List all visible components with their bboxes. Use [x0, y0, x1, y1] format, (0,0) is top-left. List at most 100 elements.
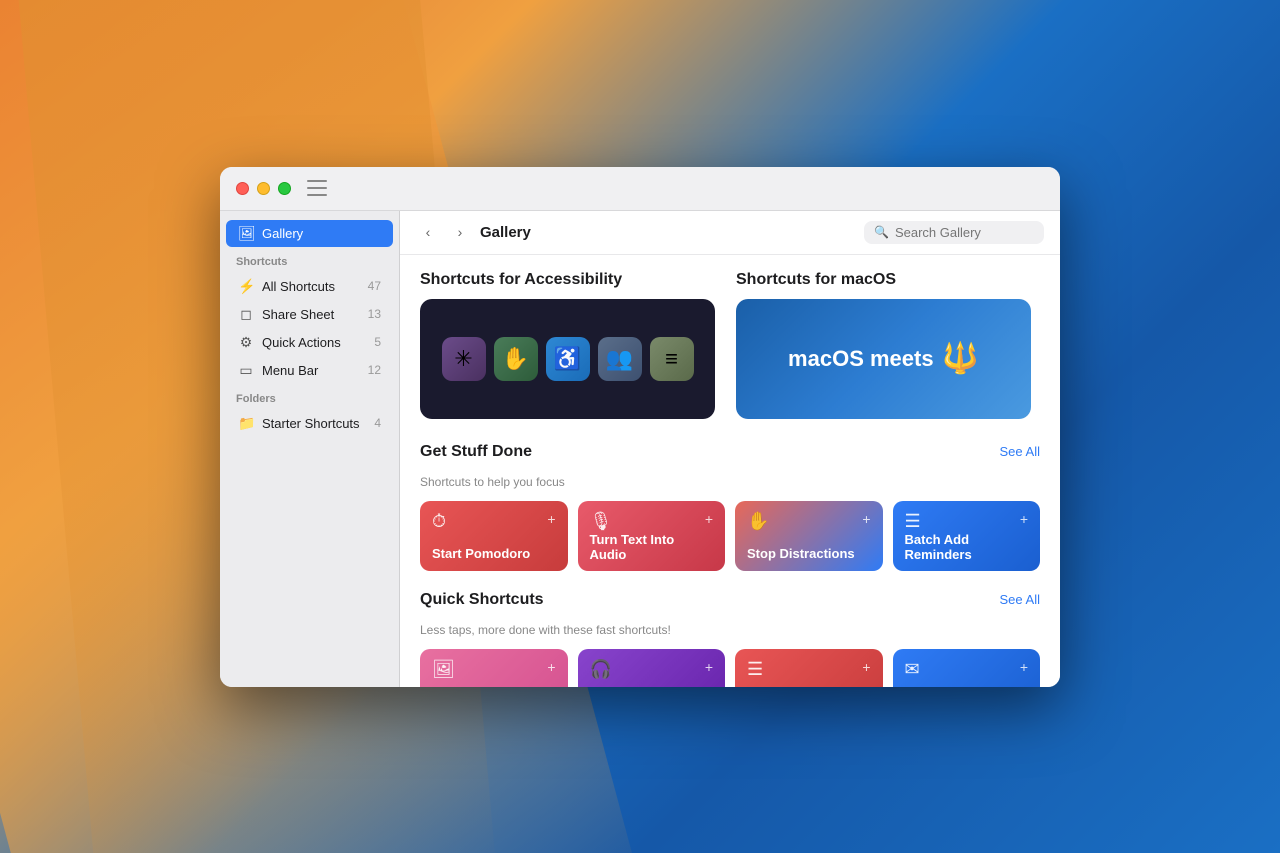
card-playlist[interactable]: ☰ + Play Playlist: [735, 649, 883, 687]
get-stuff-done-header-row: Get Stuff Done See All: [420, 443, 1040, 471]
app-window: 🖼 Gallery Shortcuts ⚡ All Shortcuts 47 ◻…: [220, 167, 1060, 687]
markup-icon: 🖼: [432, 659, 455, 680]
get-stuff-done-cards: ⏱ + Start Pomodoro 🎙 + Turn Text Into Au…: [420, 501, 1040, 571]
reminders-label: Batch Add Reminders: [905, 532, 1029, 562]
accessibility-banner[interactable]: ✳ ✋ ♿ 👥 ≡: [420, 299, 715, 419]
main-layout: 🖼 Gallery Shortcuts ⚡ All Shortcuts 47 ◻…: [220, 211, 1060, 687]
sidebar-all-shortcuts-count: 47: [368, 279, 381, 293]
card-npr-top: 🎧 +: [590, 659, 714, 680]
accessibility-icon-1: ✳: [442, 337, 486, 381]
card-reminders[interactable]: ☰ + Batch Add Reminders: [893, 501, 1041, 571]
titlebar: [220, 167, 1060, 211]
audio-icon: 🎙: [590, 511, 613, 532]
get-stuff-done-see-all[interactable]: See All: [1000, 444, 1040, 459]
sidebar-share-sheet-count: 13: [368, 307, 381, 321]
search-icon: 🔍: [874, 225, 889, 239]
quick-shortcuts-section: Quick Shortcuts See All Less taps, more …: [420, 591, 1040, 687]
accessibility-icon-2: ✋: [494, 337, 538, 381]
card-distractions-top: ✋ +: [747, 511, 871, 532]
quick-actions-icon: ⚙: [238, 334, 254, 351]
card-pomodoro[interactable]: ⏱ + Start Pomodoro: [420, 501, 568, 571]
audio-add-icon[interactable]: +: [705, 511, 713, 527]
quick-shortcuts-title: Quick Shortcuts: [420, 591, 544, 609]
sidebar-gallery-label: Gallery: [262, 226, 381, 241]
distractions-icon: ✋: [747, 511, 769, 532]
distractions-add-icon[interactable]: +: [862, 511, 870, 527]
distractions-label: Stop Distractions: [747, 546, 871, 561]
accessibility-title: Shortcuts for Accessibility: [420, 271, 724, 289]
quick-shortcuts-cards: 🖼 + Markup and Send 🎧 + NPR News Now: [420, 649, 1040, 687]
pomodoro-label: Start Pomodoro: [432, 546, 556, 561]
sidebar-quick-actions-label: Quick Actions: [262, 335, 366, 350]
sidebar-starter-shortcuts-count: 4: [374, 416, 381, 430]
content-area: ‹ › Gallery 🔍 Shortcuts for Accessibilit…: [400, 211, 1060, 687]
sidebar-toggle-button[interactable]: [307, 180, 327, 196]
sidebar-item-menu-bar[interactable]: ▭ Menu Bar 12: [226, 357, 393, 384]
page-title: Gallery: [480, 224, 856, 241]
minimize-button[interactable]: [257, 182, 270, 195]
sidebar-share-sheet-label: Share Sheet: [262, 307, 360, 322]
pomodoro-icon: ⏱: [432, 511, 446, 532]
maximize-button[interactable]: [278, 182, 291, 195]
card-reminders-top: ☰ +: [905, 511, 1029, 532]
search-bar[interactable]: 🔍: [864, 221, 1044, 244]
macos-title: Shortcuts for macOS: [736, 271, 1040, 289]
email-add-icon[interactable]: +: [1020, 659, 1028, 675]
audio-label: Turn Text Into Audio: [590, 532, 714, 562]
accessibility-icon-4: 👥: [598, 337, 642, 381]
all-shortcuts-icon: ⚡: [238, 278, 254, 295]
sidebar-item-starter-shortcuts[interactable]: 📁 Starter Shortcuts 4: [226, 410, 393, 437]
accessibility-icons: ✳ ✋ ♿ 👥 ≡: [442, 337, 694, 381]
macos-banner-text: macOS meets: [788, 346, 934, 372]
forward-button[interactable]: ›: [448, 220, 472, 244]
shortcuts-section-label: Shortcuts: [220, 248, 399, 272]
back-button[interactable]: ‹: [416, 220, 440, 244]
sidebar-menu-bar-label: Menu Bar: [262, 363, 360, 378]
npr-icon: 🎧: [590, 659, 612, 680]
sidebar-starter-shortcuts-label: Starter Shortcuts: [262, 416, 366, 431]
sidebar-item-share-sheet[interactable]: ◻ Share Sheet 13: [226, 301, 393, 328]
sidebar-all-shortcuts-label: All Shortcuts: [262, 279, 360, 294]
card-playlist-top: ☰ +: [747, 659, 871, 680]
quick-shortcuts-header-row: Quick Shortcuts See All: [420, 591, 1040, 619]
gallery-icon: 🖼: [238, 225, 254, 242]
folders-section-label: Folders: [220, 385, 399, 409]
sidebar: 🖼 Gallery Shortcuts ⚡ All Shortcuts 47 ◻…: [220, 211, 400, 687]
menu-bar-icon: ▭: [238, 362, 254, 379]
card-pomodoro-top: ⏱ +: [432, 511, 556, 532]
pomodoro-add-icon[interactable]: +: [547, 511, 555, 527]
playlist-add-icon[interactable]: +: [862, 659, 870, 675]
playlist-icon: ☰: [747, 659, 763, 680]
card-email[interactable]: ✉ + Email Myself: [893, 649, 1041, 687]
sidebar-item-quick-actions[interactable]: ⚙ Quick Actions 5: [226, 329, 393, 356]
macos-section: Shortcuts for macOS macOS meets 🔱: [736, 271, 1040, 419]
starter-shortcuts-icon: 📁: [238, 415, 254, 432]
card-npr[interactable]: 🎧 + NPR News Now: [578, 649, 726, 687]
card-audio[interactable]: 🎙 + Turn Text Into Audio: [578, 501, 726, 571]
get-stuff-done-subtitle: Shortcuts to help you focus: [420, 475, 1040, 489]
accessibility-icon-3: ♿: [546, 337, 590, 381]
macos-banner[interactable]: macOS meets 🔱: [736, 299, 1031, 419]
reminders-add-icon[interactable]: +: [1020, 511, 1028, 527]
reminders-icon: ☰: [905, 511, 921, 532]
get-stuff-done-section: Get Stuff Done See All Shortcuts to help…: [420, 443, 1040, 571]
gallery-content: Shortcuts for Accessibility ✳ ✋ ♿ 👥 ≡: [400, 255, 1060, 687]
card-markup-top: 🖼 +: [432, 659, 556, 680]
sidebar-item-all-shortcuts[interactable]: ⚡ All Shortcuts 47: [226, 273, 393, 300]
accessibility-section: Shortcuts for Accessibility ✳ ✋ ♿ 👥 ≡: [420, 271, 724, 419]
get-stuff-done-title: Get Stuff Done: [420, 443, 532, 461]
shortcuts-app-icon: 🔱: [942, 341, 979, 376]
npr-add-icon[interactable]: +: [705, 659, 713, 675]
content-header: ‹ › Gallery 🔍: [400, 211, 1060, 255]
card-markup[interactable]: 🖼 + Markup and Send: [420, 649, 568, 687]
quick-shortcuts-see-all[interactable]: See All: [1000, 592, 1040, 607]
sidebar-item-gallery[interactable]: 🖼 Gallery: [226, 220, 393, 247]
email-icon: ✉: [905, 659, 920, 680]
markup-add-icon[interactable]: +: [547, 659, 555, 675]
close-button[interactable]: [236, 182, 249, 195]
sidebar-quick-actions-count: 5: [374, 335, 381, 349]
card-distractions[interactable]: ✋ + Stop Distractions: [735, 501, 883, 571]
search-input[interactable]: [895, 225, 1034, 240]
card-email-top: ✉ +: [905, 659, 1029, 680]
quick-shortcuts-subtitle: Less taps, more done with these fast sho…: [420, 623, 1040, 637]
